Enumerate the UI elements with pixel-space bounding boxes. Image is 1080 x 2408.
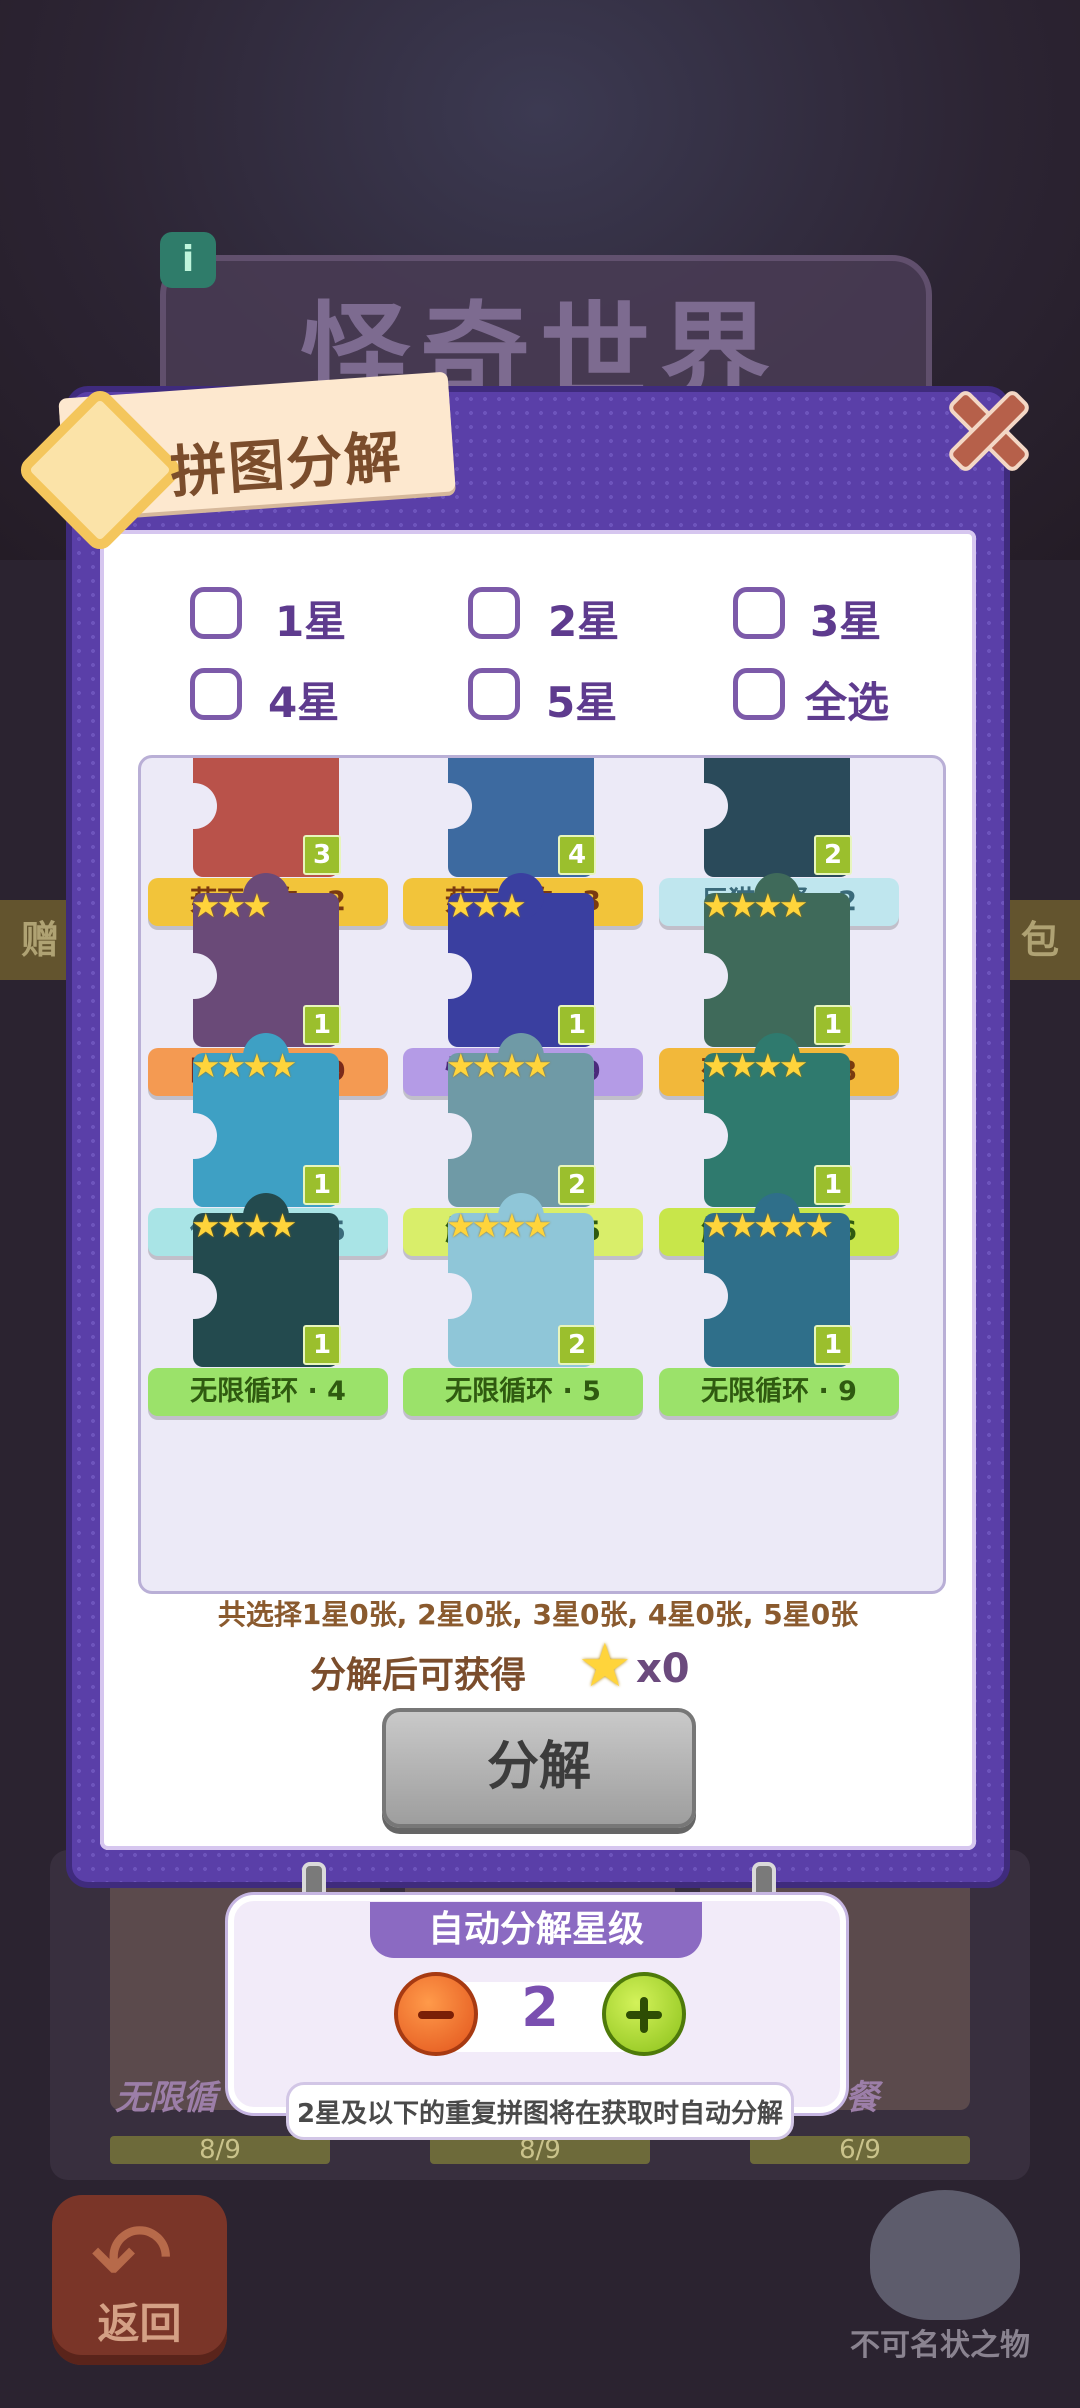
piece-count-badge: 1	[558, 1005, 596, 1045]
piece-count-badge: 1	[303, 1165, 341, 1205]
star-rating: ★★★★★	[702, 1206, 834, 1245]
piece-count-badge: 3	[303, 835, 341, 875]
reward-value: x0	[636, 1646, 690, 1692]
star-rating: ★★★★	[702, 886, 808, 925]
puzzle-knob-shape	[171, 1273, 217, 1319]
star-rating: ★★★★	[446, 1206, 552, 1245]
star-icon: ★	[578, 1631, 632, 1701]
filter-label-3star: 3星	[810, 597, 882, 646]
piece-count-badge: 2	[558, 1325, 596, 1365]
auto-decompose-title: 自动分解星级	[370, 1902, 702, 1958]
filter-checkbox-2star[interactable]	[468, 587, 520, 639]
dialog-title: 拼图分解	[168, 424, 405, 507]
filter-label-2star: 2星	[548, 597, 620, 646]
piece-count-badge: 2	[814, 835, 852, 875]
piece-count-badge: 1	[814, 1165, 852, 1205]
filter-label-select-all: 全选	[805, 678, 890, 727]
filter-label-5star: 5星	[546, 678, 618, 727]
increase-button[interactable]	[602, 1972, 686, 2056]
puzzle-knob-shape	[426, 1113, 472, 1159]
puzzle-knob-shape	[682, 1273, 728, 1319]
piece-count-badge: 1	[814, 1005, 852, 1045]
puzzle-knob-shape	[171, 1113, 217, 1159]
back-button-label: 返回	[97, 2299, 182, 2348]
background-progress: 8/9	[110, 2136, 330, 2164]
side-tab-right[interactable]: 包	[1000, 900, 1080, 980]
background-card-label: 无限循	[115, 2078, 217, 2118]
piece-name-ribbon: 无限循环 · 5	[403, 1368, 643, 1416]
filter-checkbox-1star[interactable]	[190, 587, 242, 639]
puzzle-grid: 3菇下垂钓 · 24菇下垂钓 · 32巨猫晚餐 · 2★★★1阴风阵阵 · 9★…	[138, 755, 946, 1594]
star-level-value: 2	[521, 1976, 559, 2039]
filter-checkbox-5star[interactable]	[468, 668, 520, 720]
piece-count-badge: 2	[558, 1165, 596, 1205]
puzzle-knob-shape	[171, 783, 217, 829]
decrease-button[interactable]	[394, 1972, 478, 2056]
auto-decompose-hint: 2星及以下的重复拼图将在获取时自动分解	[286, 2082, 794, 2140]
ghost-mascot-icon	[870, 2190, 1020, 2320]
filter-checkbox-3star[interactable]	[733, 587, 785, 639]
star-rating: ★★★★	[702, 1046, 808, 1085]
star-rating: ★★★	[191, 886, 272, 925]
puzzle-knob-shape	[682, 953, 728, 999]
filter-label-4star: 4星	[268, 678, 340, 727]
filter-label-1star: 1星	[275, 597, 347, 646]
side-tab-left[interactable]: 赠	[0, 900, 80, 980]
puzzle-knob-shape	[426, 783, 472, 829]
piece-name-ribbon: 无限循环 · 9	[659, 1368, 899, 1416]
watermark: 不可名状之物	[850, 2328, 1030, 2363]
filter-checkbox-select-all[interactable]	[733, 668, 785, 720]
puzzle-knob-shape	[426, 953, 472, 999]
star-rating: ★★★★	[446, 1046, 552, 1085]
star-rating: ★★★★	[191, 1206, 297, 1245]
puzzle-knob-shape	[682, 783, 728, 829]
background-card-label: 餐	[845, 2078, 879, 2118]
info-icon[interactable]: i	[160, 232, 216, 288]
piece-name-ribbon: 无限循环 · 4	[148, 1368, 388, 1416]
puzzle-knob-shape	[682, 1113, 728, 1159]
puzzle-knob-shape	[426, 1273, 472, 1319]
reward-label: 分解后可获得	[310, 1655, 527, 1696]
piece-count-badge: 1	[814, 1325, 852, 1365]
piece-count-badge: 1	[303, 1325, 341, 1365]
puzzle-knob-shape	[171, 953, 217, 999]
star-rating: ★★★	[446, 886, 527, 925]
piece-count-badge: 4	[558, 835, 596, 875]
selection-summary: 共选择1星0张, 2星0张, 3星0张, 4星0张, 5星0张	[217, 1598, 859, 1631]
piece-count-badge: 1	[303, 1005, 341, 1045]
background-progress: 6/9	[750, 2136, 970, 2164]
filter-checkbox-4star[interactable]	[190, 668, 242, 720]
decompose-button[interactable]: 分解	[382, 1708, 696, 1828]
close-button[interactable]	[942, 383, 1033, 475]
star-rating: ★★★★	[191, 1046, 297, 1085]
